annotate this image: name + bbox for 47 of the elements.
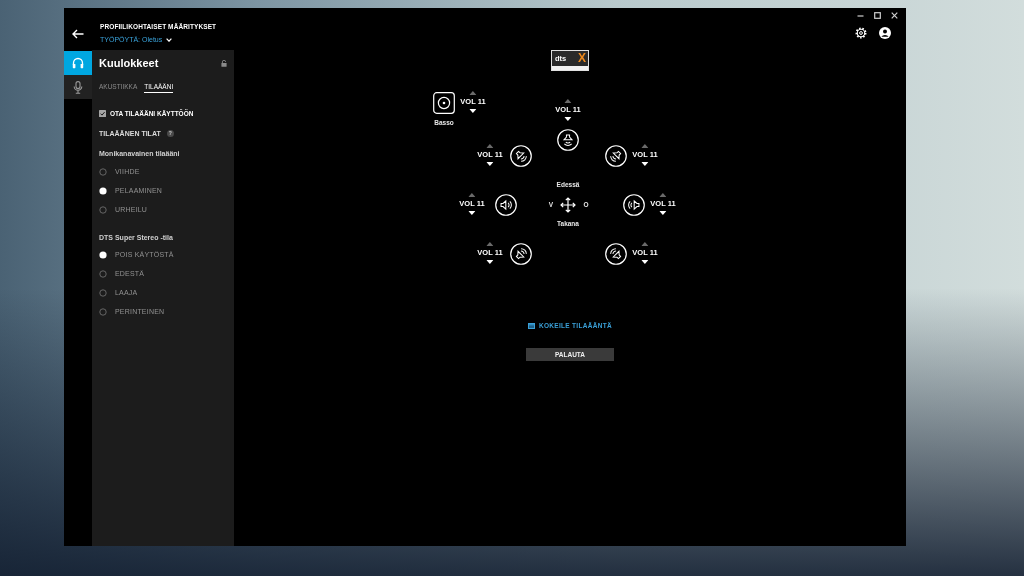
headphones-icon — [72, 57, 84, 69]
radio-button[interactable] — [99, 269, 107, 278]
volume-down-arrow-icon[interactable] — [468, 211, 476, 215]
user-account-icon[interactable] — [879, 27, 891, 39]
volume-down-arrow-icon[interactable] — [564, 117, 572, 121]
device-tab[interactable] — [64, 75, 92, 99]
radio-button[interactable] — [99, 250, 107, 259]
volume-up-arrow-icon[interactable] — [469, 91, 477, 95]
speaker-icon[interactable] — [495, 194, 517, 216]
volume-up-arrow-icon[interactable] — [486, 144, 494, 148]
back-arrow-icon[interactable] — [72, 29, 84, 39]
maximize-icon[interactable] — [874, 11, 881, 19]
volume-up-arrow-icon[interactable] — [659, 193, 667, 197]
speaker-icon[interactable] — [623, 194, 645, 216]
speaker-icon[interactable] — [605, 145, 627, 167]
checkbox[interactable] — [99, 109, 106, 117]
woofer-icon[interactable] — [433, 92, 455, 114]
radio-button[interactable] — [99, 288, 107, 297]
chevron-down-icon — [166, 38, 173, 42]
volume-up-arrow-icon[interactable] — [564, 99, 572, 103]
window-icon — [528, 323, 535, 329]
volume-down-arrow-icon[interactable] — [469, 109, 477, 113]
padlock-icon[interactable] — [221, 59, 227, 67]
microphone-icon — [73, 80, 83, 94]
volume-down-arrow-icon[interactable] — [659, 211, 667, 215]
volume-up-arrow-icon[interactable] — [641, 242, 649, 246]
volume-down-arrow-icon[interactable] — [486, 162, 494, 166]
panel-title: Kuulokkeet — [99, 56, 159, 70]
volume-up-arrow-icon[interactable] — [641, 144, 649, 148]
move-arrows-icon[interactable] — [560, 197, 576, 213]
device-tab[interactable] — [64, 51, 92, 75]
settings-icon[interactable] — [855, 27, 867, 39]
radio-button[interactable] — [99, 205, 107, 214]
close-icon[interactable] — [891, 11, 898, 19]
speaker-icon[interactable] — [510, 243, 532, 265]
logo-mark: X — [578, 52, 586, 65]
speaker-icon[interactable] — [605, 243, 627, 265]
volume-up-arrow-icon[interactable] — [486, 242, 494, 246]
volume-down-arrow-icon[interactable] — [641, 260, 649, 264]
volume-down-arrow-icon[interactable] — [486, 260, 494, 264]
speaker-icon[interactable] — [557, 129, 579, 151]
volume-up-arrow-icon[interactable] — [468, 193, 476, 197]
radio-button[interactable] — [99, 186, 107, 195]
speaker-icon[interactable] — [510, 145, 532, 167]
volume-down-arrow-icon[interactable] — [641, 162, 649, 166]
radio-button[interactable] — [99, 307, 107, 316]
radio-button[interactable] — [99, 167, 107, 176]
